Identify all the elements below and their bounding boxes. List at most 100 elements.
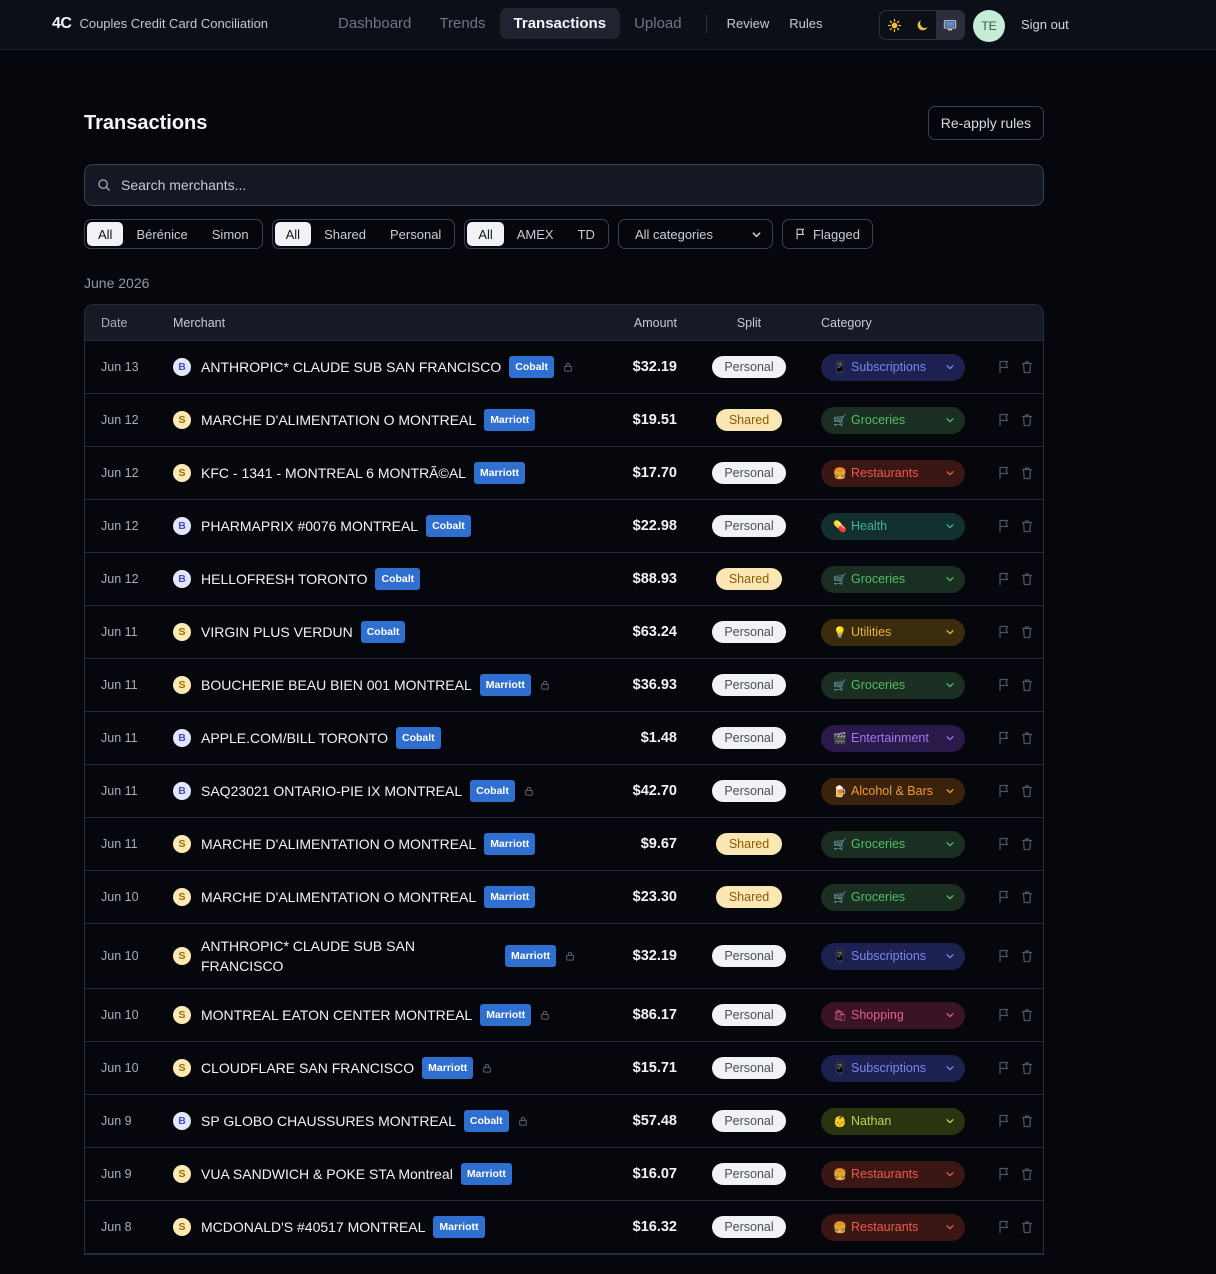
category-dropdown[interactable]: 🍔 Restaurants [821,1213,965,1241]
category-dropdown[interactable]: 🍺 Alcohol & Bars [821,777,965,805]
category-dropdown[interactable]: 📱 Subscriptions [821,942,965,970]
card-filter-all[interactable]: All [467,222,504,246]
split-toggle[interactable]: Shared [716,833,782,855]
split-toggle[interactable]: Personal [712,1110,786,1132]
table-row[interactable]: Jun 9 B SP GLOBO CHAUSSURES MONTREAL Cobalt… [85,1095,1043,1148]
flag-icon[interactable] [997,1061,1011,1075]
category-dropdown[interactable]: 💡 Utilities [821,618,965,646]
split-toggle[interactable]: Personal [712,1216,786,1238]
split-toggle[interactable]: Shared [716,568,782,590]
flag-icon[interactable] [997,837,1011,851]
table-row[interactable]: Jun 11 S BOUCHERIE BEAU BIEN 001 MONTREAL M… [85,659,1043,712]
table-row[interactable]: Jun 12 B HELLOFRESH TORONTO Cobalt $88.93 Sha… [85,553,1043,606]
flag-icon[interactable] [997,413,1011,427]
trash-icon[interactable] [1020,784,1034,798]
person-filter-simon[interactable]: Simon [201,222,260,246]
split-filter-all[interactable]: All [274,222,312,246]
trash-icon[interactable] [1020,949,1034,963]
sign-out-button[interactable]: Sign out [1021,17,1069,32]
trash-icon[interactable] [1020,1061,1034,1075]
moon-icon[interactable] [908,11,936,39]
split-toggle[interactable]: Personal [712,727,786,749]
nav-tab-transactions[interactable]: Transactions [499,8,621,39]
flag-icon[interactable] [997,1008,1011,1022]
split-toggle[interactable]: Personal [712,462,786,484]
flagged-filter-button[interactable]: Flagged [781,219,873,249]
table-row[interactable]: Jun 11 S MARCHE D'ALIMENTATION O MONTREAL M… [85,818,1043,871]
category-dropdown[interactable]: 🎬 Entertainment [821,724,965,752]
monitor-icon[interactable] [936,11,964,39]
nav-link-rules[interactable]: Rules [779,9,832,38]
table-row[interactable]: Jun 12 S MARCHE D'ALIMENTATION O MONTREAL M… [85,394,1043,447]
table-row[interactable]: Jun 8 S MCDONALD'S #40517 MONTREAL Marriott… [85,1201,1043,1254]
split-toggle[interactable]: Personal [712,515,786,537]
flag-icon[interactable] [997,1167,1011,1181]
flag-icon[interactable] [997,572,1011,586]
search-input[interactable] [121,177,1031,193]
split-toggle[interactable]: Personal [712,1004,786,1026]
trash-icon[interactable] [1020,413,1034,427]
split-filter-shared[interactable]: Shared [313,222,377,246]
category-dropdown[interactable]: 🛍 Shopping [821,1001,965,1029]
table-row[interactable]: Jun 13 B ANTHROPIC* CLAUDE SUB SAN FRANCIS… [85,341,1043,394]
trash-icon[interactable] [1020,519,1034,533]
table-row[interactable]: Jun 10 S CLOUDFLARE SAN FRANCISCO Marriott $… [85,1042,1043,1095]
table-row[interactable]: Jun 10 S MONTREAL EATON CENTER MONTREAL Mar… [85,989,1043,1042]
avatar[interactable]: TE [973,10,1005,42]
nav-tab-trends[interactable]: Trends [425,8,499,39]
category-dropdown[interactable]: 🛒 Groceries [821,565,965,593]
category-dropdown[interactable]: 🍔 Restaurants [821,1160,965,1188]
flag-icon[interactable] [997,784,1011,798]
split-toggle[interactable]: Personal [712,780,786,802]
split-toggle[interactable]: Personal [712,1057,786,1079]
table-row[interactable]: Jun 10 S ANTHROPIC* CLAUDE SUB SAN FRANCIS… [85,924,1043,989]
sun-icon[interactable] [880,11,908,39]
split-filter-personal[interactable]: Personal [379,222,452,246]
flag-icon[interactable] [997,1220,1011,1234]
split-toggle[interactable]: Shared [716,409,782,431]
flag-icon[interactable] [997,731,1011,745]
trash-icon[interactable] [1020,466,1034,480]
table-row[interactable]: Jun 11 B SAQ23021 ONTARIO-PIE IX MONTREAL C… [85,765,1043,818]
brand[interactable]: 4C Couples Credit Card Conciliation [52,15,268,33]
trash-icon[interactable] [1020,837,1034,851]
flag-icon[interactable] [997,519,1011,533]
reapply-rules-button[interactable]: Re-apply rules [927,106,1044,140]
trash-icon[interactable] [1020,890,1034,904]
card-filter-td[interactable]: TD [567,222,606,246]
trash-icon[interactable] [1020,572,1034,586]
flag-icon[interactable] [997,890,1011,904]
flag-icon[interactable] [997,466,1011,480]
category-dropdown[interactable]: 📱 Subscriptions [821,1054,965,1082]
trash-icon[interactable] [1020,678,1034,692]
category-dropdown[interactable]: 📱 Subscriptions [821,353,965,381]
table-row[interactable]: Jun 9 S VUA SANDWICH & POKE STA Montreal Ma… [85,1148,1043,1201]
table-row[interactable]: Jun 11 S VIRGIN PLUS VERDUN Cobalt $63.24 Per… [85,606,1043,659]
flag-icon[interactable] [997,360,1011,374]
nav-link-review[interactable]: Review [717,9,780,38]
category-dropdown[interactable]: 🛒 Groceries [821,883,965,911]
category-dropdown[interactable]: 💊 Health [821,512,965,540]
split-toggle[interactable]: Personal [712,945,786,967]
split-toggle[interactable]: Personal [712,621,786,643]
split-toggle[interactable]: Personal [712,356,786,378]
trash-icon[interactable] [1020,360,1034,374]
table-row[interactable]: Jun 11 B APPLE.COM/BILL TORONTO Cobalt $1.48… [85,712,1043,765]
category-dropdown[interactable]: 🛒 Groceries [821,830,965,858]
category-dropdown[interactable]: 👶 Nathan [821,1107,965,1135]
table-row[interactable]: Jun 12 B PHARMAPRIX #0076 MONTREAL Cobalt $2… [85,500,1043,553]
trash-icon[interactable] [1020,1220,1034,1234]
person-filter-all[interactable]: All [87,222,124,246]
table-row[interactable]: Jun 12 S KFC - 1341 - MONTREAL 6 MONTRÃ©AL… [85,447,1043,500]
trash-icon[interactable] [1020,625,1034,639]
person-filter-berenice[interactable]: Bérénice [125,222,198,246]
split-toggle[interactable]: Shared [716,886,782,908]
trash-icon[interactable] [1020,1008,1034,1022]
nav-tab-dashboard[interactable]: Dashboard [324,8,425,39]
nav-tab-upload[interactable]: Upload [620,8,696,39]
trash-icon[interactable] [1020,1114,1034,1128]
split-toggle[interactable]: Personal [712,674,786,696]
table-row[interactable]: Jun 10 S MARCHE D'ALIMENTATION O MONTREAL M… [85,871,1043,924]
trash-icon[interactable] [1020,1167,1034,1181]
flag-icon[interactable] [997,678,1011,692]
